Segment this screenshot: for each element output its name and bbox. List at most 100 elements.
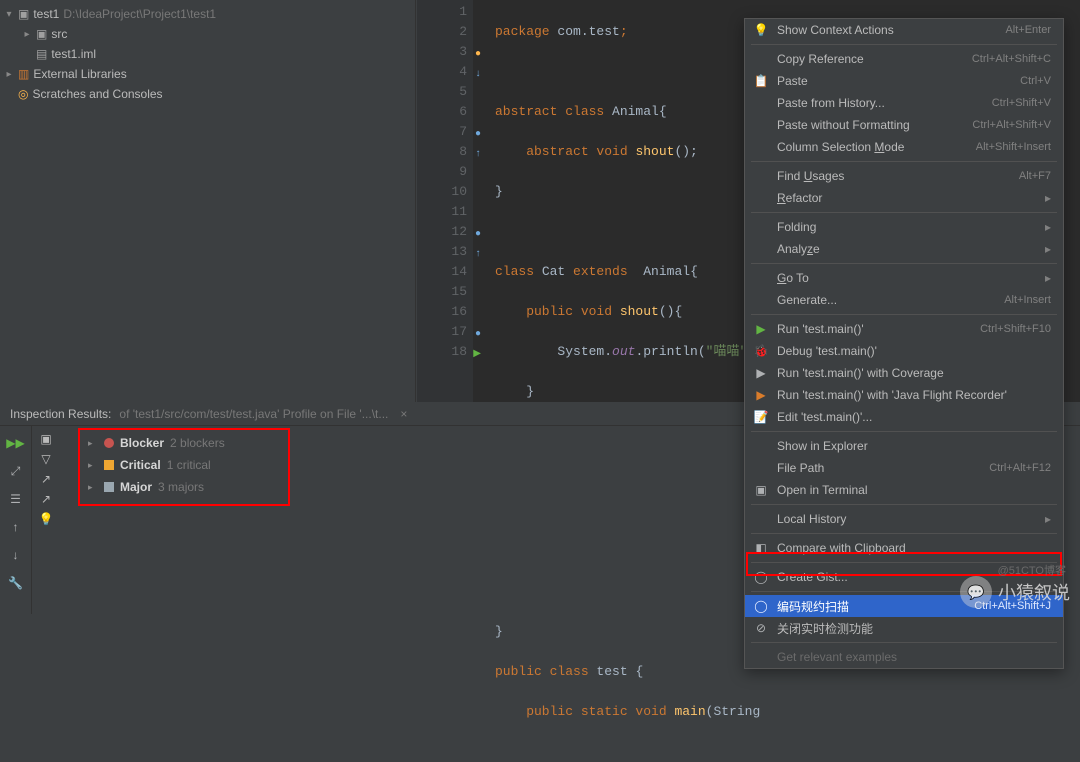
inspection-title: Inspection Results: [10,407,111,421]
menu-paste-noformat[interactable]: Paste without FormattingCtrl+Alt+Shift+V [745,114,1063,136]
menu-goto[interactable]: Go To▸ [745,267,1063,289]
line-number[interactable]: 13↑ [417,242,467,262]
inspection-toolbar-2: ▣ ▽ ↗ ↗ 💡 [32,426,60,614]
line-number[interactable]: 8↑ [417,142,467,162]
tree-external-libs[interactable]: ▸ ▥ External Libraries [0,64,415,84]
line-number[interactable]: 11 [417,202,467,222]
submenu-arrow-icon: ▸ [1045,512,1051,526]
scratches-label: Scratches and Consoles [32,87,162,101]
line-number[interactable]: 5 [417,82,467,102]
line-number[interactable]: 15 [417,282,467,302]
line-number[interactable]: 3● [417,42,467,62]
class-gutter-icon: ● [475,125,481,145]
source-stamp: @51CTO博客 [998,562,1066,578]
override-gutter-icon: ↑ [475,145,481,165]
annotation-highlight [78,428,290,506]
menu-file-path[interactable]: File PathCtrl+Alt+F12 [745,457,1063,479]
src-label: src [51,27,67,41]
bulb-icon: 💡 [753,23,769,37]
settings-icon[interactable]: 🔧 [5,572,27,594]
menu-refactor[interactable]: Refactor▸ [745,187,1063,209]
line-number[interactable]: 12● [417,222,467,242]
line-number[interactable]: 16 [417,302,467,322]
line-number[interactable]: 7● [417,122,467,142]
submenu-arrow-icon: ▸ [1045,271,1051,285]
next-icon[interactable]: ↓ [5,544,27,566]
menu-local-history[interactable]: Local History▸ [745,508,1063,530]
folder-icon: ▣ [18,7,29,21]
line-number[interactable]: 10 [417,182,467,202]
submenu-arrow-icon: ▸ [1045,242,1051,256]
menu-alibaba-disable[interactable]: ⊘关闭实时检测功能 [745,617,1063,639]
chevron-right-icon: ▸ [22,29,32,40]
terminal-icon: ▣ [753,483,769,497]
menu-jfr[interactable]: ▶Run 'test.main()' with 'Java Flight Rec… [745,384,1063,406]
inspection-toolbar: ▶▶ ⤢ ☰ ↑ ↓ 🔧 [0,426,32,614]
open-icon[interactable]: ↗ [41,492,51,506]
menu-compare-clipboard[interactable]: ◧Compare with Clipboard [745,537,1063,559]
menu-open-terminal[interactable]: ▣Open in Terminal [745,479,1063,501]
menu-generate[interactable]: Generate...Alt+Insert [745,289,1063,311]
line-number[interactable]: 4↓ [417,62,467,82]
menu-coverage[interactable]: ▶Run 'test.main()' with Coverage [745,362,1063,384]
scratches-icon: ◎ [18,87,28,101]
gutter[interactable]: 1 2 3● 4↓ 5 6 7● 8↑ 9 10 11 12● 13↑ 14 1… [417,0,473,402]
file-icon: ▤ [36,47,47,61]
debug-icon: 🐞 [753,344,769,358]
line-number[interactable]: 1 [417,2,467,22]
bulb-icon[interactable]: 💡 [39,512,54,526]
tree-scratches[interactable]: ◎ Scratches and Consoles [0,84,415,104]
external-label: External Libraries [33,67,126,81]
run-icon: ▶ [753,322,769,336]
tree-root[interactable]: ▾ ▣ test1 D:\IdeaProject\Project1\test1 [0,4,415,24]
github-icon: ◯ [753,570,769,584]
libraries-icon: ▥ [18,67,29,81]
menu-run[interactable]: ▶Run 'test.main()'Ctrl+Shift+F10 [745,318,1063,340]
tree-iml[interactable]: ▤ test1.iml [0,44,415,64]
inspection-file: of 'test1/src/com/test/test.java' Profil… [119,407,388,421]
submenu-arrow-icon: ▸ [1045,191,1051,205]
root-name: test1 [33,7,59,21]
line-number[interactable]: 6 [417,102,467,122]
menu-folding[interactable]: Folding▸ [745,216,1063,238]
menu-paste-history[interactable]: Paste from History...Ctrl+Shift+V [745,92,1063,114]
export-icon[interactable]: ↗ [41,472,51,486]
line-number[interactable]: 2 [417,22,467,42]
prev-icon[interactable]: ↑ [5,516,27,538]
code-area[interactable]: package com.test; abstract class Animal{… [473,0,763,402]
close-icon[interactable]: × [400,407,407,421]
menu-column-selection[interactable]: Column Selection ModeAlt+Shift+Insert [745,136,1063,158]
class-gutter-icon: ● [475,325,481,345]
run-gutter-icon[interactable]: ▶ [473,345,481,365]
menu-analyze[interactable]: Analyze▸ [745,238,1063,260]
folder-icon: ▣ [36,27,47,41]
menu-get-examples: Get relevant examples [745,646,1063,668]
menu-find-usages[interactable]: Find UsagesAlt+F7 [745,165,1063,187]
submenu-arrow-icon: ▸ [1045,220,1051,234]
chevron-down-icon: ▾ [4,9,14,20]
menu-paste[interactable]: 📋PasteCtrl+V [745,70,1063,92]
menu-copy-reference[interactable]: Copy ReferenceCtrl+Alt+Shift+C [745,48,1063,70]
line-number[interactable]: 17● [417,322,467,342]
class-gutter-icon: ● [475,225,481,245]
tree-src[interactable]: ▸ ▣ src [0,24,415,44]
line-number[interactable]: 9 [417,162,467,182]
menu-show-context-actions[interactable]: 💡Show Context ActionsAlt+Enter [745,19,1063,41]
menu-show-explorer[interactable]: Show in Explorer [745,435,1063,457]
group-icon[interactable]: ▣ [40,432,51,446]
collapse-icon[interactable]: ☰ [5,488,27,510]
menu-edit-config[interactable]: 📝Edit 'test.main()'... [745,406,1063,428]
paste-icon: 📋 [753,74,769,88]
method-gutter-icon: ↓ [475,65,481,85]
alibaba-icon: ◯ [753,599,769,613]
expand-icon[interactable]: ⤢ [5,460,27,482]
line-number[interactable]: 18▶ [417,342,467,362]
project-tree[interactable]: ▾ ▣ test1 D:\IdeaProject\Project1\test1 … [0,0,416,402]
override-gutter-icon: ↑ [475,245,481,265]
compare-icon: ◧ [753,541,769,555]
menu-debug[interactable]: 🐞Debug 'test.main()' [745,340,1063,362]
rerun-icon[interactable]: ▶▶ [5,432,27,454]
root-path: D:\IdeaProject\Project1\test1 [63,7,216,21]
filter-icon[interactable]: ▽ [41,452,50,466]
line-number[interactable]: 14 [417,262,467,282]
